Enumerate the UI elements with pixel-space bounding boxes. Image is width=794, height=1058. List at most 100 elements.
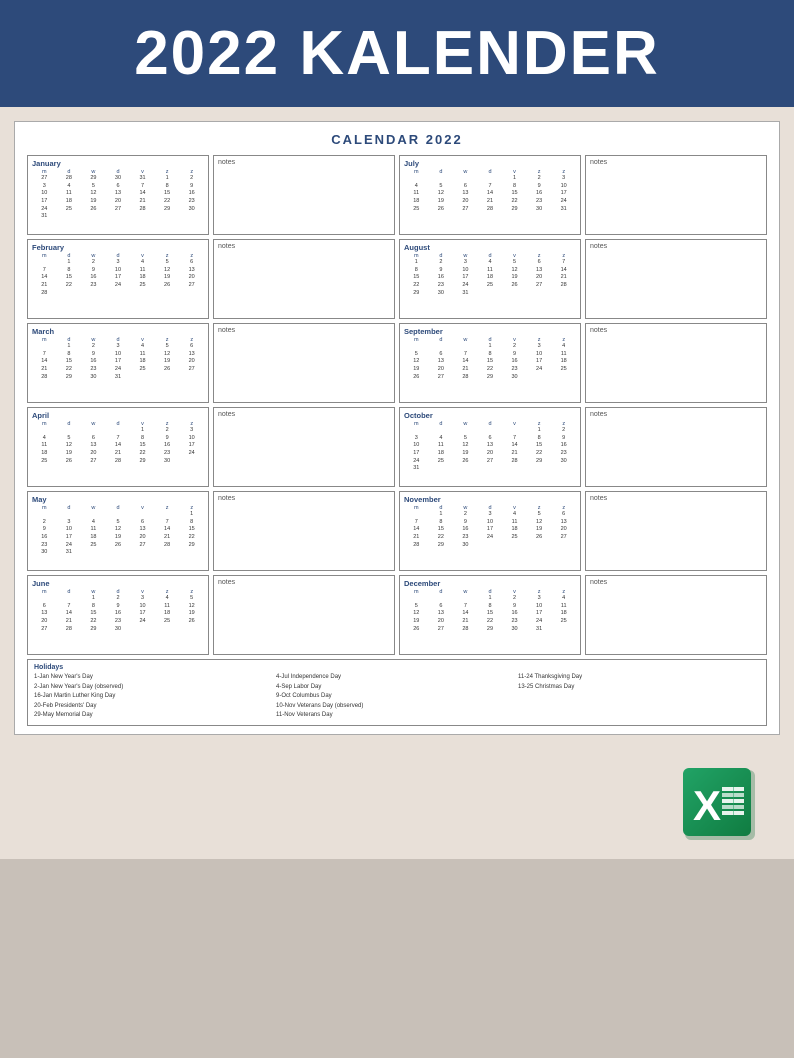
cal-day xyxy=(551,542,576,550)
cal-day xyxy=(527,374,552,382)
cal-day: 28 xyxy=(551,282,576,290)
notes-box: notes xyxy=(585,323,767,403)
cal-day: 29 xyxy=(478,374,503,382)
cal-day: 25 xyxy=(502,534,527,542)
cal-day: 9 xyxy=(155,435,180,443)
cal-day: 11 xyxy=(502,519,527,527)
cal-day: 14 xyxy=(502,442,527,450)
cal-day: 3 xyxy=(179,427,204,435)
cal-day: 19 xyxy=(429,198,454,206)
cal-day: 3 xyxy=(106,259,131,267)
cal-day: 8 xyxy=(81,603,106,611)
cal-day: 16 xyxy=(453,526,478,534)
cal-day: 4 xyxy=(81,519,106,527)
cal-day: 19 xyxy=(404,366,429,374)
cal-day: 3 xyxy=(404,435,429,443)
cal-day: 24 xyxy=(179,450,204,458)
cal-day: 7 xyxy=(478,183,503,191)
cal-day: 6 xyxy=(429,603,454,611)
cal-day: 1 xyxy=(502,175,527,183)
cal-day: 30 xyxy=(502,626,527,634)
cal-day: 16 xyxy=(32,534,57,542)
cal-day: 16 xyxy=(502,610,527,618)
cal-day: 29 xyxy=(404,290,429,298)
cal-day: 21 xyxy=(32,366,57,374)
cal-day: 8 xyxy=(502,183,527,191)
cal-day: 18 xyxy=(551,610,576,618)
cal-day: 9 xyxy=(179,183,204,191)
cal-day xyxy=(404,427,429,435)
cal-day: 12 xyxy=(404,358,429,366)
cal-day: 10 xyxy=(453,267,478,275)
cal-day xyxy=(130,374,155,382)
cal-day: 4 xyxy=(130,259,155,267)
notes-box: notes xyxy=(585,575,767,655)
cal-day xyxy=(130,290,155,298)
cal-day: 11 xyxy=(551,351,576,359)
cal-day: 17 xyxy=(551,190,576,198)
cal-day: 18 xyxy=(57,198,82,206)
cal-day: 25 xyxy=(155,618,180,626)
cal-day: 21 xyxy=(404,534,429,542)
cal-day: 20 xyxy=(551,526,576,534)
cal-day: 31 xyxy=(57,549,82,557)
cal-day: 23 xyxy=(81,282,106,290)
cal-day: 26 xyxy=(404,626,429,634)
cal-day: 23 xyxy=(551,450,576,458)
cal-day: 17 xyxy=(478,526,503,534)
cal-day: 21 xyxy=(32,282,57,290)
cal-day: 22 xyxy=(502,198,527,206)
page-title: 2022 KALENDER xyxy=(30,18,764,89)
cal-day: 21 xyxy=(551,274,576,282)
cal-day xyxy=(551,290,576,298)
cal-day: 2 xyxy=(81,259,106,267)
notes-label: notes xyxy=(218,327,390,334)
month-box-september: Septembermdwdvzz123456789101112131415161… xyxy=(399,323,581,403)
month-name: September xyxy=(404,327,576,336)
cal-day: 14 xyxy=(478,190,503,198)
cal-day: 20 xyxy=(478,450,503,458)
cal-day: 12 xyxy=(57,442,82,450)
cal-day: 6 xyxy=(130,519,155,527)
cal-day: 28 xyxy=(155,542,180,550)
cal-day: 15 xyxy=(155,190,180,198)
month-name: October xyxy=(404,411,576,420)
cal-day: 20 xyxy=(429,618,454,626)
cal-day: 31 xyxy=(404,465,429,473)
cal-day: 15 xyxy=(57,274,82,282)
cal-day: 23 xyxy=(502,618,527,626)
cal-day: 9 xyxy=(453,519,478,527)
cal-day: 25 xyxy=(57,206,82,214)
cal-day: 18 xyxy=(130,358,155,366)
cal-day: 9 xyxy=(502,351,527,359)
cal-day: 19 xyxy=(527,526,552,534)
cal-day: 2 xyxy=(551,427,576,435)
cal-day: 24 xyxy=(106,282,131,290)
cal-day: 29 xyxy=(179,542,204,550)
cal-day: 22 xyxy=(130,450,155,458)
cal-day: 28 xyxy=(32,374,57,382)
cal-day: 10 xyxy=(527,603,552,611)
cal-day xyxy=(478,175,503,183)
cal-day: 10 xyxy=(130,603,155,611)
cal-day: 15 xyxy=(478,610,503,618)
cal-day: 29 xyxy=(478,626,503,634)
month-name: November xyxy=(404,495,576,504)
cal-day: 12 xyxy=(106,526,131,534)
cal-day: 11 xyxy=(551,603,576,611)
notes-label: notes xyxy=(590,411,762,418)
cal-day: 29 xyxy=(527,458,552,466)
cal-day: 12 xyxy=(155,267,180,275)
cal-day: 3 xyxy=(478,511,503,519)
cal-day: 10 xyxy=(106,351,131,359)
cal-day xyxy=(429,595,454,603)
cal-day: 14 xyxy=(130,190,155,198)
cal-day: 27 xyxy=(429,374,454,382)
cal-day: 16 xyxy=(81,274,106,282)
notes-box: notes xyxy=(213,323,395,403)
cal-day: 9 xyxy=(81,267,106,275)
cal-day: 27 xyxy=(478,458,503,466)
cal-day: 12 xyxy=(453,442,478,450)
cal-day: 14 xyxy=(155,526,180,534)
cal-day: 21 xyxy=(106,450,131,458)
